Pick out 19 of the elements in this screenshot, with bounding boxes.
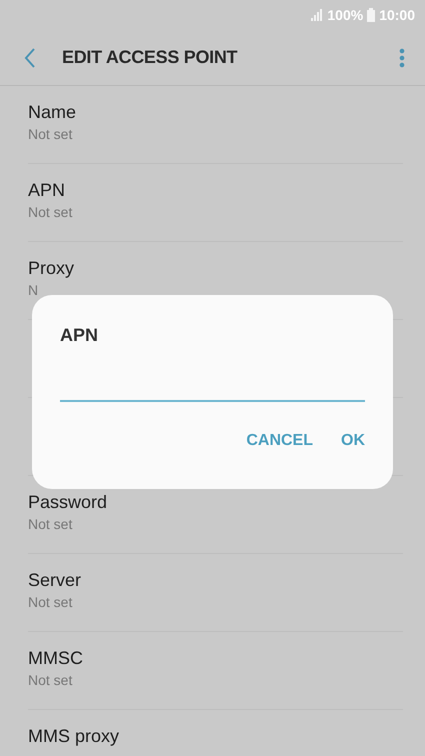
setting-title[interactable]: Password	[28, 490, 108, 514]
setting-title[interactable]: MMS proxy	[28, 724, 120, 748]
setting-title[interactable]: APN	[28, 178, 66, 202]
setting-title[interactable]: MMSC	[28, 646, 83, 670]
back-icon[interactable]	[24, 48, 36, 68]
setting-value: Not set	[28, 593, 72, 612]
setting-title[interactable]: Server	[28, 568, 82, 592]
setting-value: N	[28, 281, 38, 300]
setting-title[interactable]: Name	[28, 100, 76, 124]
screen-title: EDIT ACCESS POINT	[62, 47, 238, 68]
setting-value: Not set	[28, 125, 72, 144]
signal-icon	[311, 9, 324, 21]
setting-value: Not set	[28, 203, 72, 222]
setting-value: Not set	[28, 515, 72, 534]
more-options-icon[interactable]	[399, 48, 405, 68]
setting-title[interactable]: Proxy	[28, 256, 74, 280]
setting-value: Not set	[28, 671, 72, 690]
dialog-title: APN	[60, 325, 98, 346]
battery-icon	[367, 8, 376, 22]
